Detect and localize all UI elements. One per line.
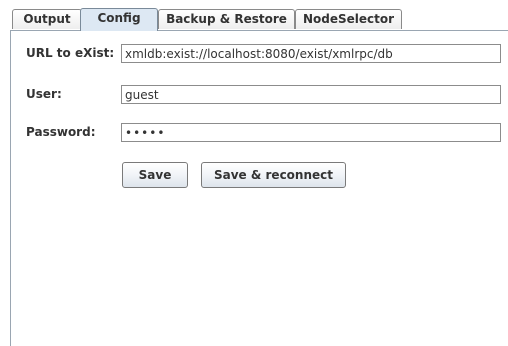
url-field[interactable] — [121, 44, 501, 63]
tab-nodeselector[interactable]: NodeSelector — [295, 9, 402, 29]
tab-output[interactable]: Output — [12, 9, 82, 29]
tab-strip: Output Backup & Restore NodeSelector Con… — [10, 8, 508, 31]
config-window: Output Backup & Restore NodeSelector Con… — [0, 0, 508, 346]
tab-backup-restore[interactable]: Backup & Restore — [158, 9, 295, 29]
tab-config[interactable]: Config — [80, 8, 158, 31]
user-label: User: — [26, 87, 62, 101]
user-field[interactable] — [121, 85, 501, 104]
password-label: Password: — [26, 125, 96, 139]
save-reconnect-button[interactable]: Save & reconnect — [201, 162, 346, 188]
save-button[interactable]: Save — [122, 162, 188, 188]
password-field[interactable] — [121, 123, 501, 142]
url-label: URL to eXist: — [26, 46, 115, 60]
config-panel: URL to eXist: User: Password: Save Save … — [10, 30, 508, 346]
